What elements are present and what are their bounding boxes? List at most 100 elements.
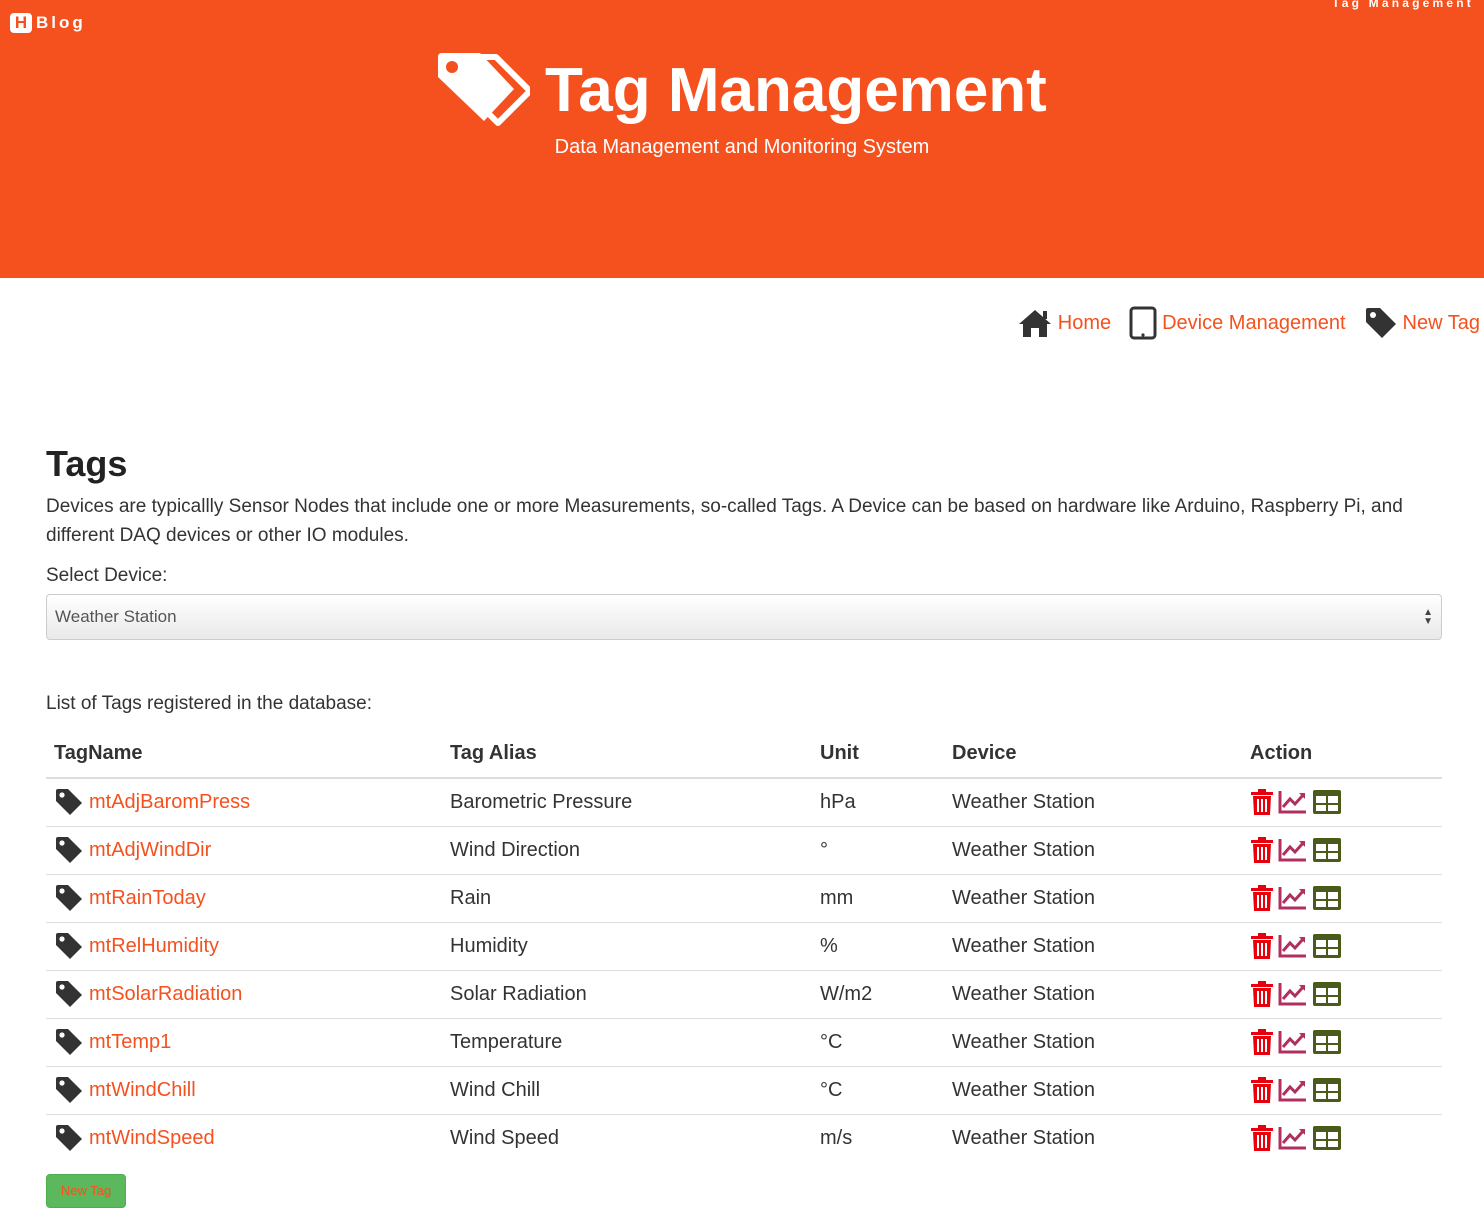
blog-logo[interactable]: H Blog <box>10 13 86 33</box>
tagname-cell: mtSolarRadiation <box>46 969 442 1018</box>
table-row: mtAdjWindDir Wind Direction ° Weather St… <box>46 825 1442 874</box>
tagname-link[interactable]: mtRelHumidity <box>89 935 219 958</box>
delete-button[interactable] <box>1250 788 1274 816</box>
line-chart-icon <box>1278 983 1306 1006</box>
device-select-value: Weather Station <box>55 607 177 626</box>
tag-icon <box>56 1029 82 1055</box>
table-row: mtTemp1 Temperature °C Weather Station <box>46 1017 1442 1066</box>
tagname-link[interactable]: mtWindChill <box>89 1079 196 1102</box>
unit-cell: W/m2 <box>812 969 944 1018</box>
table-row: mtWindChill Wind Chill °C Weather Statio… <box>46 1065 1442 1114</box>
table-view-button[interactable] <box>1312 885 1342 911</box>
chart-button[interactable] <box>1278 837 1308 863</box>
new-tag-button[interactable]: New Tag <box>46 1174 126 1208</box>
page-subtitle: Data Management and Monitoring System <box>554 136 930 158</box>
action-cell <box>1242 778 1442 826</box>
nav-home[interactable]: Home <box>1017 308 1111 338</box>
top-right-title[interactable]: Tag Management <box>1332 0 1474 10</box>
table-view-button[interactable] <box>1312 933 1342 959</box>
nav-device-management[interactable]: Device Management <box>1129 306 1346 340</box>
tagname-cell: mtRainToday <box>46 873 442 922</box>
nav-new-tag[interactable]: New Tag <box>1364 306 1480 340</box>
unit-cell: °C <box>812 1065 944 1114</box>
unit-cell: hPa <box>820 790 856 813</box>
delete-button[interactable] <box>1250 932 1274 960</box>
table-view-button[interactable] <box>1312 1029 1342 1055</box>
tagname-link[interactable]: mtWindSpeed <box>89 1127 215 1150</box>
blog-logo-icon: H <box>10 13 32 33</box>
delete-button[interactable] <box>1250 1124 1274 1152</box>
action-cell <box>1242 1017 1442 1066</box>
device-cell: Weather Station <box>952 790 1096 813</box>
tagname-cell: mtWindChill <box>46 1065 442 1114</box>
unit-cell: m/s <box>812 1113 944 1162</box>
hero: Tag Management <box>436 46 1047 136</box>
tagname-link[interactable]: mtTemp1 <box>89 1031 171 1054</box>
unit-cell: % <box>812 921 944 970</box>
tag-list-label: List of Tags registered in the database: <box>46 693 373 714</box>
section-heading: Tags <box>46 443 128 484</box>
trash-icon <box>1251 1029 1273 1055</box>
tagname-cell: mtWindSpeed <box>46 1113 442 1162</box>
tag-icon <box>1365 308 1396 338</box>
table-row: mtRelHumidity Humidity % Weather Station <box>46 921 1442 970</box>
device-cell: Weather Station <box>944 969 1242 1018</box>
table-icon <box>1313 934 1341 958</box>
tag-icon <box>56 789 82 816</box>
delete-button[interactable] <box>1250 1028 1274 1056</box>
table-view-button[interactable] <box>1312 837 1342 863</box>
tagname-cell: mtAdjWindDir <box>46 825 442 874</box>
table-icon <box>1313 1126 1341 1151</box>
table-view-button[interactable] <box>1312 1077 1342 1103</box>
tagname-link[interactable]: mtAdjBaromPress <box>89 791 250 814</box>
delete-button[interactable] <box>1250 836 1274 864</box>
trash-icon <box>1251 837 1273 863</box>
line-chart-icon <box>1278 791 1306 814</box>
col-tag-alias: Tag Alias <box>442 734 812 779</box>
device-select[interactable]: Weather Station ▲ ▼ <box>46 594 1442 640</box>
alias-cell: Wind Speed <box>442 1113 812 1162</box>
tagname-link[interactable]: mtRainToday <box>89 887 206 910</box>
chart-button[interactable] <box>1278 933 1308 959</box>
nav-device-label: Device Management <box>1162 311 1346 334</box>
line-chart-icon <box>1278 1031 1306 1054</box>
delete-button[interactable] <box>1250 884 1274 912</box>
col-device: Device <box>944 734 1242 779</box>
chart-button[interactable] <box>1278 789 1308 815</box>
tagname-link[interactable]: mtAdjWindDir <box>89 839 211 862</box>
chart-button[interactable] <box>1278 885 1308 911</box>
tag-icon <box>56 837 82 863</box>
col-action: Action <box>1242 734 1442 779</box>
trash-icon <box>1251 885 1273 911</box>
tagname-cell: mtTemp1 <box>46 1017 442 1066</box>
tagname-link[interactable]: mtSolarRadiation <box>89 983 242 1006</box>
alias-cell: Rain <box>442 873 812 922</box>
line-chart-icon <box>1278 839 1306 862</box>
delete-button[interactable] <box>1250 1076 1274 1104</box>
col-tagname: TagName <box>46 734 442 779</box>
action-cell <box>1242 969 1442 1018</box>
chart-button[interactable] <box>1278 1077 1308 1103</box>
select-device-label: Select Device: <box>46 565 168 586</box>
line-chart-icon <box>1278 935 1306 958</box>
table-icon <box>1313 838 1341 862</box>
chart-button[interactable] <box>1278 981 1308 1007</box>
table-icon <box>1313 1030 1341 1054</box>
table-view-button[interactable] <box>1312 789 1342 815</box>
chart-button[interactable] <box>1278 1029 1308 1055</box>
chart-button[interactable] <box>1278 1125 1308 1151</box>
table-row: mtAdjBaromPress Barometric Pressure hPa … <box>46 778 1442 826</box>
alias-cell: Barometric Pressure <box>450 790 633 813</box>
trash-icon <box>1251 981 1273 1007</box>
table-view-button[interactable] <box>1312 981 1342 1007</box>
trash-icon <box>1251 933 1273 959</box>
tag-icon <box>56 1125 82 1152</box>
unit-cell: ° <box>812 825 944 874</box>
alias-cell: Solar Radiation <box>442 969 812 1018</box>
delete-button[interactable] <box>1250 980 1274 1008</box>
alias-cell: Temperature <box>442 1017 812 1066</box>
tags-table: TagName Tag Alias Unit Device Action mtA… <box>46 734 1442 1162</box>
action-cell <box>1242 1065 1442 1114</box>
table-icon <box>1313 1078 1341 1102</box>
table-view-button[interactable] <box>1312 1125 1342 1151</box>
